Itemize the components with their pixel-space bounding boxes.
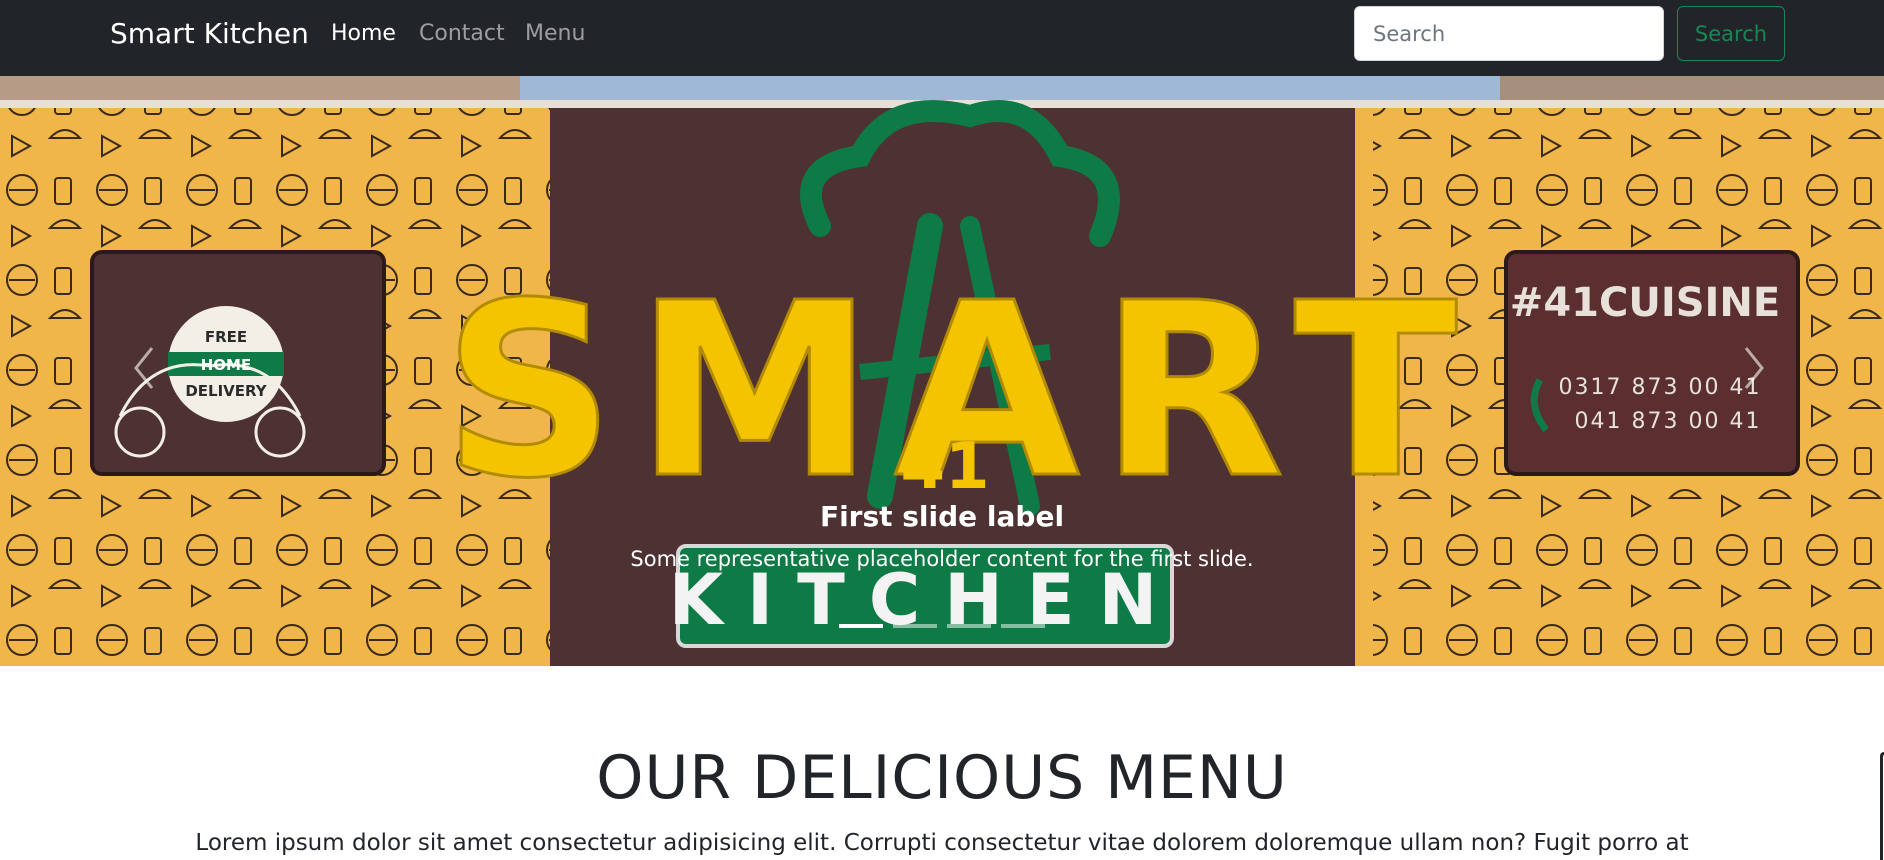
- nav-link-home[interactable]: Home: [331, 19, 396, 49]
- sign-delivery-text: DELIVERY: [185, 382, 267, 400]
- carousel-indicator-2[interactable]: [893, 624, 937, 628]
- carousel-prev-button[interactable]: [124, 340, 164, 396]
- sign-hashtag-text: #41CUISINE: [1510, 280, 1780, 326]
- sign-home-text: HOME: [201, 356, 251, 374]
- nav-link-menu[interactable]: Menu: [525, 19, 585, 49]
- carousel-indicator-1[interactable]: [839, 624, 883, 628]
- sign-number-text: 41: [900, 430, 989, 504]
- search-button[interactable]: Search: [1677, 6, 1785, 61]
- menu-section-title: OUR DELICIOUS MENU: [596, 743, 1288, 813]
- carousel-indicator-3[interactable]: [947, 624, 991, 628]
- nav-link-contact[interactable]: Contact: [419, 19, 505, 49]
- chevron-left-icon: [134, 347, 154, 389]
- brand-link[interactable]: Smart Kitchen: [110, 16, 309, 52]
- slide-image: FREE HOME DELIVERY #41CUISINE 0317 873 0…: [0, 76, 1884, 666]
- carousel-caption: First slide label Some representative pl…: [0, 498, 1884, 574]
- carousel-indicator-4[interactable]: [1001, 624, 1045, 628]
- card-edge: [1880, 752, 1884, 860]
- menu-section-text: Lorem ipsum dolor sit amet consectetur a…: [195, 830, 1689, 856]
- caption-title: First slide label: [819, 500, 1065, 533]
- sign-phone-2: 041 873 00 41: [1575, 409, 1762, 434]
- search-input[interactable]: [1354, 6, 1664, 61]
- navbar: Smart Kitchen Home Contact Menu Search: [0, 0, 1884, 76]
- chevron-right-icon: [1744, 347, 1764, 389]
- sign-phone-1: 0317 873 00 41: [1559, 375, 1762, 400]
- carousel-next-button[interactable]: [1734, 340, 1774, 396]
- caption-text: Some representative placeholder content …: [630, 547, 1254, 571]
- carousel-indicators: [0, 624, 1884, 628]
- sign-free-text: FREE: [205, 328, 247, 346]
- hero-carousel: FREE HOME DELIVERY #41CUISINE 0317 873 0…: [0, 76, 1884, 666]
